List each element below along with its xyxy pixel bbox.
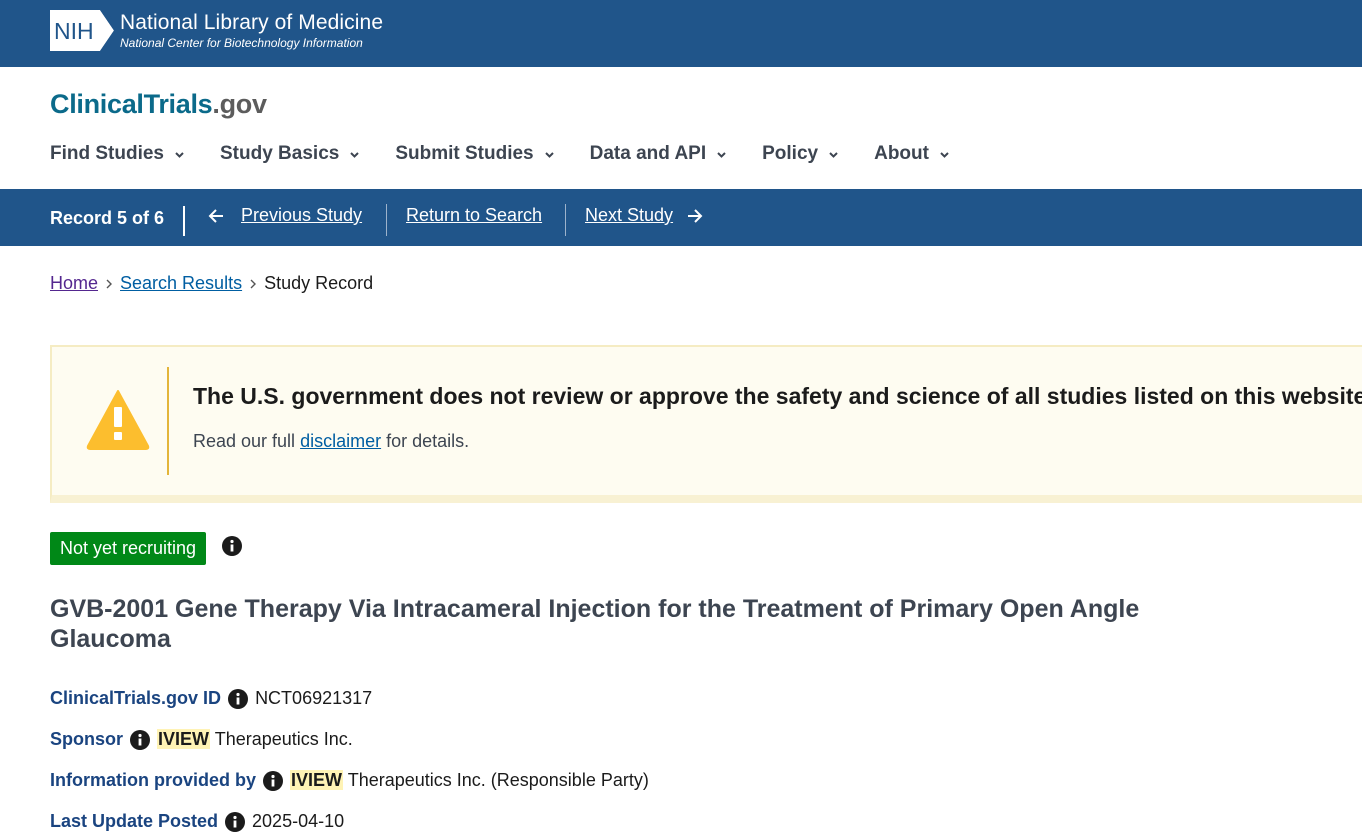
nav-study-basics-label: Study Basics xyxy=(220,143,340,164)
study-title: GVB-2001 Gene Therapy Via Intracameral I… xyxy=(50,595,1140,653)
recruitment-status-badge: Not yet recruiting xyxy=(50,532,207,565)
chevron-down-icon xyxy=(940,151,949,158)
return-to-search-link[interactable]: Return to Search xyxy=(406,205,542,226)
chevron-down-icon xyxy=(175,151,184,158)
record-bar-divider xyxy=(565,204,566,236)
sponsor-row: Sponsor IVIEW Therapeutics Inc. xyxy=(50,729,353,750)
nih-title: National Library of Medicine xyxy=(120,11,384,34)
disclaimer-title: The U.S. government does not review or a… xyxy=(193,383,1362,409)
nih-badge-text: NIH xyxy=(54,18,94,44)
nav-data-api[interactable]: Data and API xyxy=(590,140,728,168)
disclaimer-alert: The U.S. government does not review or a… xyxy=(50,345,1362,503)
nav-policy[interactable]: Policy xyxy=(762,140,839,168)
previous-study-link[interactable]: Previous Study xyxy=(206,205,362,226)
record-bar-divider xyxy=(386,204,387,236)
study-id-value: NCT06921317 xyxy=(255,688,373,708)
previous-study-label: Previous Study xyxy=(241,205,363,225)
last-update-label: Last Update Posted xyxy=(50,811,219,831)
next-study-link[interactable]: Next Study xyxy=(585,205,705,226)
info-icon[interactable] xyxy=(222,536,242,556)
site-logo-brand: ClinicalTrials xyxy=(50,89,213,119)
site-logo[interactable]: ClinicalTrials.gov xyxy=(50,89,267,120)
record-bar-divider xyxy=(183,206,185,236)
chevron-down-icon xyxy=(829,151,838,158)
disclaimer-body-prefix: Read our full xyxy=(193,431,301,451)
nih-subtitle: National Center for Biotechnology Inform… xyxy=(120,36,363,50)
info-provided-row: Information provided by IVIEW Therapeuti… xyxy=(50,770,649,791)
sponsor-label: Sponsor xyxy=(50,729,124,749)
record-navigation-bar: Record 5 of 6 Previous Study Return to S… xyxy=(0,189,1362,246)
nav-study-basics[interactable]: Study Basics xyxy=(220,140,360,168)
info-provided-highlight: IVIEW xyxy=(290,770,344,790)
breadcrumb-search-results-link[interactable]: Search Results xyxy=(120,273,242,294)
next-study-label: Next Study xyxy=(585,205,674,225)
sponsor-value: Therapeutics Inc. xyxy=(210,729,353,749)
last-update-row: Last Update Posted 2025-04-10 xyxy=(50,811,344,832)
breadcrumb: Home Search Results Study Record xyxy=(50,273,373,294)
chevron-down-icon xyxy=(544,151,554,158)
arrow-right-icon xyxy=(688,208,703,223)
return-to-search-label: Return to Search xyxy=(406,205,543,225)
info-icon[interactable] xyxy=(225,811,246,832)
breadcrumb-home-link[interactable]: Home xyxy=(50,273,98,294)
disclaimer-body: Read our full disclaimer for details. xyxy=(193,431,469,452)
chevron-right-icon xyxy=(106,279,113,288)
info-icon[interactable] xyxy=(263,770,284,791)
nih-header: NIH National Library of Medicine Nationa… xyxy=(0,0,1362,67)
last-update-value: 2025-04-10 xyxy=(252,811,345,831)
nav-submit-studies[interactable]: Submit Studies xyxy=(395,140,554,168)
alert-divider xyxy=(167,367,169,475)
nav-policy-label: Policy xyxy=(762,143,819,164)
main-nav: Find Studies Study Basics Submit Studies… xyxy=(50,140,985,168)
study-id-label: ClinicalTrials.gov ID xyxy=(50,688,222,708)
arrow-left-icon xyxy=(208,208,223,223)
info-icon[interactable] xyxy=(130,729,151,750)
study-id-row: ClinicalTrials.gov ID NCT06921317 xyxy=(50,688,372,709)
breadcrumb-current: Study Record xyxy=(264,273,374,293)
nav-about-label: About xyxy=(874,143,929,164)
nav-find-studies-label: Find Studies xyxy=(50,143,164,164)
chevron-right-icon xyxy=(250,279,257,288)
disclaimer-body-suffix: for details. xyxy=(381,431,470,451)
site-logo-tld: .gov xyxy=(212,89,267,119)
info-provided-label: Information provided by xyxy=(50,770,257,790)
chevron-down-icon xyxy=(717,151,726,158)
sponsor-highlight: IVIEW xyxy=(157,729,211,749)
nav-find-studies[interactable]: Find Studies xyxy=(50,140,185,168)
record-count: Record 5 of 6 xyxy=(50,208,165,228)
nav-submit-studies-label: Submit Studies xyxy=(395,143,534,164)
chevron-down-icon xyxy=(350,151,360,158)
disclaimer-link[interactable]: disclaimer xyxy=(300,431,381,451)
nih-badge-icon: NIH xyxy=(50,10,114,51)
warning-icon xyxy=(86,390,150,450)
nav-data-api-label: Data and API xyxy=(589,143,707,164)
nih-logo[interactable]: NIH National Library of Medicine Nationa… xyxy=(50,10,383,51)
info-icon[interactable] xyxy=(228,688,249,709)
info-provided-value: Therapeutics Inc. (Responsible Party) xyxy=(343,770,649,790)
nav-about[interactable]: About xyxy=(874,140,950,168)
